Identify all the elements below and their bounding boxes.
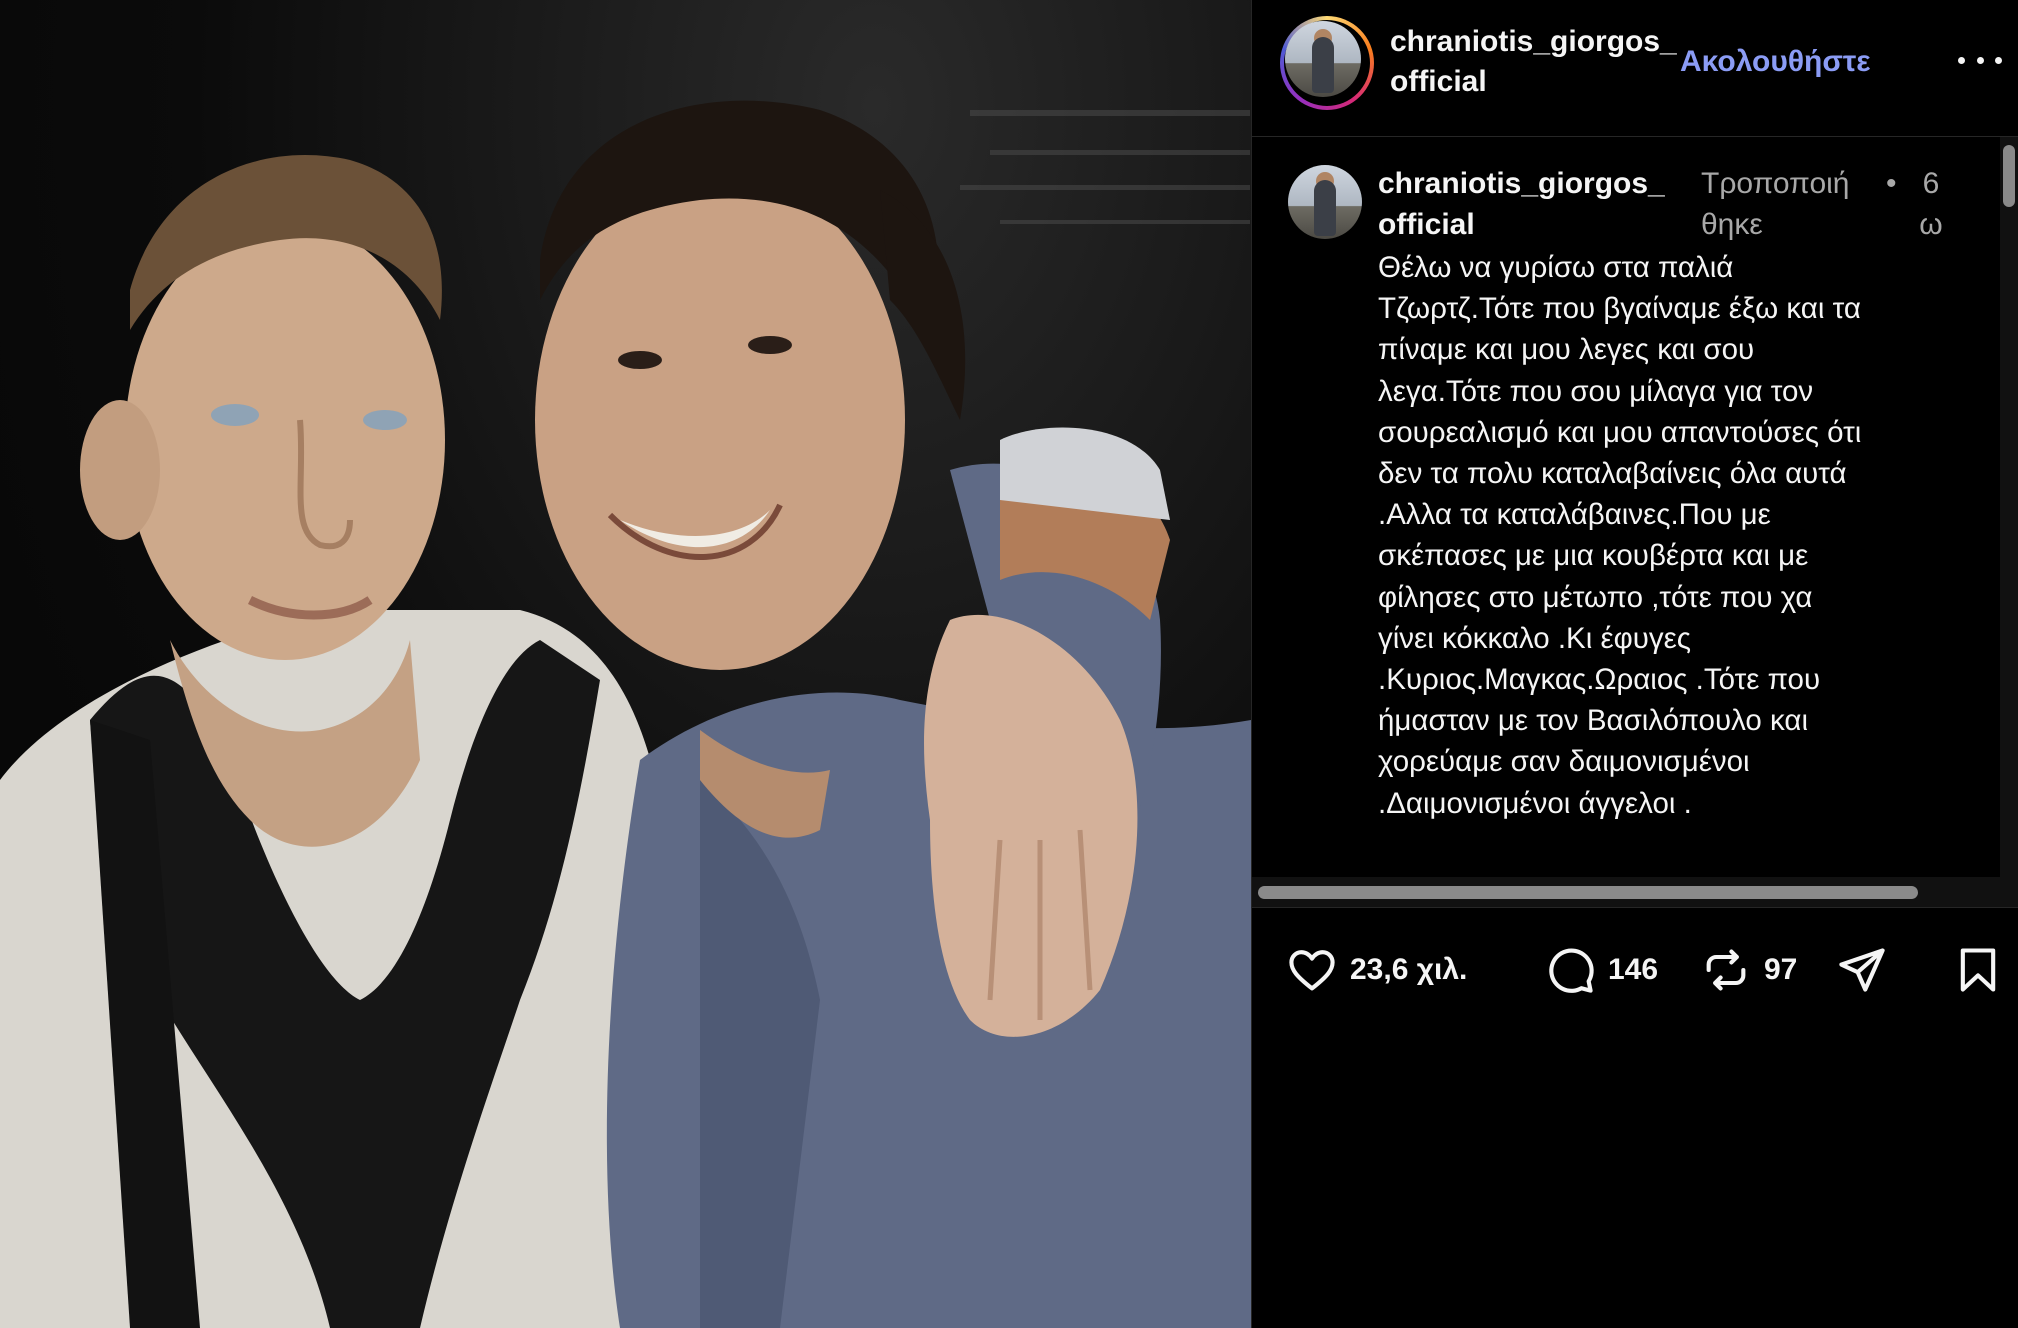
caption-username[interactable]: chraniotis_giorgos_ official	[1378, 163, 1665, 245]
caption-line: .Αλλα τα καταλάβαινες.Που με	[1378, 498, 1771, 532]
horizontal-scrollbar[interactable]	[1252, 877, 2018, 908]
caption-line: .Δαιμονισμένοι άγγελοι .	[1378, 786, 1692, 820]
bookmark-icon	[1960, 948, 1996, 992]
instagram-post-view: chraniotis_giorgos_ official Ακολουθήστε…	[0, 0, 2018, 1328]
share-button[interactable]	[1836, 944, 1888, 996]
caption-line: ήμασταν με τον Βασιλόπουλο και	[1378, 704, 1808, 738]
action-bar: 23,6 χιλ. 146 97	[1252, 930, 2018, 1010]
caption-line: πίναμε και μου λεγες και σου	[1378, 333, 1755, 367]
post-side-panel: chraniotis_giorgos_ official Ακολουθήστε…	[1251, 0, 2018, 1328]
separator-dot: •	[1886, 167, 1897, 200]
photo-illustration	[0, 100, 1251, 1328]
comment-icon	[1549, 948, 1594, 993]
caption-line: Τζωρτζ.Τότε που βγαίναμε έξω και τα	[1378, 292, 1861, 326]
save-button[interactable]	[1952, 944, 2004, 996]
avatar[interactable]	[1285, 21, 1361, 97]
comments-count[interactable]: 146	[1608, 953, 1658, 987]
caption-line: χορεύαμε σαν δαιμονισμένοι	[1378, 745, 1750, 779]
caption-line: σουρεαλισμό και μου απαντούσες ότι	[1378, 415, 1862, 449]
reposts-count[interactable]: 97	[1764, 953, 1797, 987]
caption-line: δεν τα πολυ καταλαβαίνεις όλα αυτά	[1378, 457, 1847, 491]
repost-icon	[1706, 949, 1746, 991]
caption-line: γίνει κόκκαλο .Κι έφυγες	[1378, 621, 1692, 655]
heart-icon	[1289, 950, 1335, 991]
caption-line: .Κυριος.Μαγκας.Ωραιος .Τότε που	[1378, 663, 1821, 697]
caption-line: σκέπασες με μια κουβέρτα και με	[1378, 539, 1809, 573]
post-photo[interactable]	[0, 0, 1251, 1328]
share-icon	[1839, 948, 1885, 992]
comments-area[interactable]: chraniotis_giorgos_ official Τροποποιήθη…	[1252, 137, 1998, 877]
comment-button[interactable]: 146	[1544, 944, 1658, 996]
story-ring[interactable]	[1280, 16, 1374, 110]
post-time[interactable]: 6ω	[1914, 163, 1948, 245]
caption-line: λεγα.Τότε που σου μίλαγα για τον	[1378, 374, 1814, 408]
caption-line: Θέλω να γυρίσω στα παλιά	[1378, 251, 1734, 284]
caption-avatar[interactable]	[1288, 165, 1362, 239]
more-options-icon[interactable]	[1958, 40, 2002, 80]
post-header: chraniotis_giorgos_ official Ακολουθήστε	[1252, 0, 2018, 137]
caption-line: φίλησες στο μέτωπο ,τότε που χα	[1378, 580, 1813, 614]
like-button[interactable]: 23,6 χιλ.	[1286, 944, 1467, 996]
vertical-scrollbar[interactable]	[2000, 137, 2018, 877]
caption-text: Θέλω να γυρίσω στα παλιά Τζωρτζ.Τότε που …	[1378, 247, 1938, 824]
header-username[interactable]: chraniotis_giorgos_ official	[1390, 22, 1677, 102]
follow-button[interactable]: Ακολουθήστε	[1680, 42, 1871, 82]
likes-count[interactable]: 23,6 χιλ.	[1350, 953, 1467, 987]
repost-button[interactable]: 97	[1700, 944, 1797, 996]
edited-label: Τροποποιήθηκε	[1701, 167, 1850, 241]
